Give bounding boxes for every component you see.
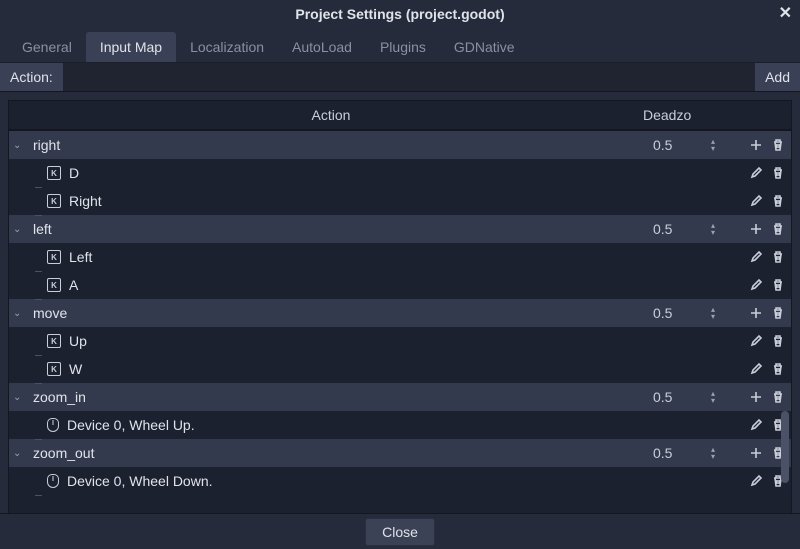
event-row[interactable]: KW xyxy=(9,355,791,383)
keyboard-icon: K xyxy=(47,278,61,292)
deadzone-value[interactable]: 0.5 xyxy=(653,305,711,321)
expand-caret-icon[interactable]: ⌄ xyxy=(13,392,25,403)
expand-caret-icon[interactable]: ⌄ xyxy=(13,308,25,319)
add-event-button[interactable] xyxy=(749,222,763,236)
event-label: A xyxy=(65,277,649,293)
deadzone-value[interactable]: 0.5 xyxy=(653,137,711,153)
mouse-icon xyxy=(47,474,59,488)
edit-event-button[interactable] xyxy=(749,278,763,292)
event-label: Left xyxy=(65,249,649,265)
chevron-down-icon[interactable]: ▾ xyxy=(711,145,721,152)
event-label: Up xyxy=(65,333,649,349)
action-row[interactable]: ⌄ zoom_out0.5▴▾ xyxy=(9,439,791,467)
delete-action-button[interactable] xyxy=(771,390,785,404)
event-label: W xyxy=(65,361,649,377)
deadzone-value[interactable]: 0.5 xyxy=(653,389,711,405)
chevron-down-icon[interactable]: ▾ xyxy=(711,453,721,460)
event-label: Device 0, Wheel Down. xyxy=(63,473,649,489)
dialog-footer: Close xyxy=(0,513,800,549)
add-action-button[interactable]: Add xyxy=(755,63,800,91)
edit-event-button[interactable] xyxy=(749,194,763,208)
event-label: Device 0, Wheel Up. xyxy=(63,417,649,433)
scrollbar-thumb[interactable] xyxy=(781,411,789,483)
event-row[interactable]: KA xyxy=(9,271,791,299)
tree-rows: ⌄right0.5▴▾KDKRight⌄left0.5▴▾KLeftKA⌄mov… xyxy=(9,131,791,543)
deadzone-spinner[interactable]: ▴▾ xyxy=(711,222,721,236)
chevron-down-icon[interactable]: ▾ xyxy=(711,313,721,320)
column-action-header: Action xyxy=(19,107,643,123)
add-event-button[interactable] xyxy=(749,390,763,404)
delete-action-button[interactable] xyxy=(771,222,785,236)
action-row[interactable]: ⌄ left0.5▴▾ xyxy=(9,215,791,243)
add-event-button[interactable] xyxy=(749,306,763,320)
keyboard-icon: K xyxy=(47,194,61,208)
action-label: Action: xyxy=(0,63,63,91)
keyboard-icon: K xyxy=(47,334,61,348)
event-label: D xyxy=(65,165,649,181)
expand-caret-icon[interactable]: ⌄ xyxy=(13,448,25,459)
expand-caret-icon[interactable]: ⌄ xyxy=(13,140,25,151)
window-title: Project Settings (project.godot) xyxy=(295,6,504,22)
delete-event-button[interactable] xyxy=(771,194,785,208)
close-icon[interactable]: ✕ xyxy=(779,0,792,28)
tab-autoload[interactable]: AutoLoad xyxy=(278,32,366,62)
action-name: zoom_out xyxy=(29,445,649,461)
deadzone-value[interactable]: 0.5 xyxy=(653,445,711,461)
add-event-button[interactable] xyxy=(749,446,763,460)
chevron-down-icon[interactable]: ▾ xyxy=(711,397,721,404)
action-bar: Action: Add xyxy=(0,63,800,92)
edit-event-button[interactable] xyxy=(749,474,763,488)
delete-event-button[interactable] xyxy=(771,362,785,376)
deadzone-spinner[interactable]: ▴▾ xyxy=(711,390,721,404)
edit-event-button[interactable] xyxy=(749,250,763,264)
action-row[interactable]: ⌄ zoom_in0.5▴▾ xyxy=(9,383,791,411)
tab-general[interactable]: General xyxy=(8,32,86,62)
action-row[interactable]: ⌄ move0.5▴▾ xyxy=(9,299,791,327)
event-row[interactable]: Device 0, Wheel Down. xyxy=(9,467,791,495)
delete-event-button[interactable] xyxy=(771,166,785,180)
edit-event-button[interactable] xyxy=(749,166,763,180)
delete-event-button[interactable] xyxy=(771,334,785,348)
expand-caret-icon[interactable]: ⌄ xyxy=(13,224,25,235)
tab-input-map[interactable]: Input Map xyxy=(86,32,176,62)
delete-event-button[interactable] xyxy=(771,250,785,264)
tab-plugins[interactable]: Plugins xyxy=(366,32,440,62)
keyboard-icon: K xyxy=(47,250,61,264)
keyboard-icon: K xyxy=(47,166,61,180)
event-row[interactable]: Device 0, Wheel Up. xyxy=(9,411,791,439)
delete-action-button[interactable] xyxy=(771,306,785,320)
action-name-input[interactable] xyxy=(67,63,751,91)
delete-event-button[interactable] xyxy=(771,278,785,292)
tab-bar: GeneralInput MapLocalizationAutoLoadPlug… xyxy=(0,28,800,63)
deadzone-spinner[interactable]: ▴▾ xyxy=(711,306,721,320)
event-label: Right xyxy=(65,193,649,209)
tab-gdnative[interactable]: GDNative xyxy=(440,32,529,62)
column-deadzone-header: Deadzo xyxy=(643,107,781,123)
edit-event-button[interactable] xyxy=(749,418,763,432)
tree-header: Action Deadzo xyxy=(9,101,791,131)
action-row[interactable]: ⌄ right0.5▴▾ xyxy=(9,131,791,159)
add-event-button[interactable] xyxy=(749,138,763,152)
event-row[interactable]: K Right xyxy=(9,187,791,215)
deadzone-spinner[interactable]: ▴▾ xyxy=(711,138,721,152)
event-row[interactable]: KD xyxy=(9,159,791,187)
action-name: zoom_in xyxy=(29,389,649,405)
window-titlebar: Project Settings (project.godot) ✕ xyxy=(0,0,800,28)
event-row[interactable]: K Up xyxy=(9,327,791,355)
event-row[interactable]: K Left xyxy=(9,243,791,271)
chevron-down-icon[interactable]: ▾ xyxy=(711,229,721,236)
deadzone-value[interactable]: 0.5 xyxy=(653,221,711,237)
tab-localization[interactable]: Localization xyxy=(176,32,278,62)
edit-event-button[interactable] xyxy=(749,334,763,348)
action-name: right xyxy=(29,137,649,153)
action-tree-panel: Action Deadzo ⌄right0.5▴▾KDKRight⌄left0.… xyxy=(8,100,792,544)
edit-event-button[interactable] xyxy=(749,362,763,376)
action-name: move xyxy=(29,305,649,321)
delete-action-button[interactable] xyxy=(771,138,785,152)
mouse-icon xyxy=(47,418,59,432)
keyboard-icon: K xyxy=(47,362,61,376)
deadzone-spinner[interactable]: ▴▾ xyxy=(711,446,721,460)
close-button[interactable]: Close xyxy=(365,518,435,546)
action-name: left xyxy=(29,221,649,237)
